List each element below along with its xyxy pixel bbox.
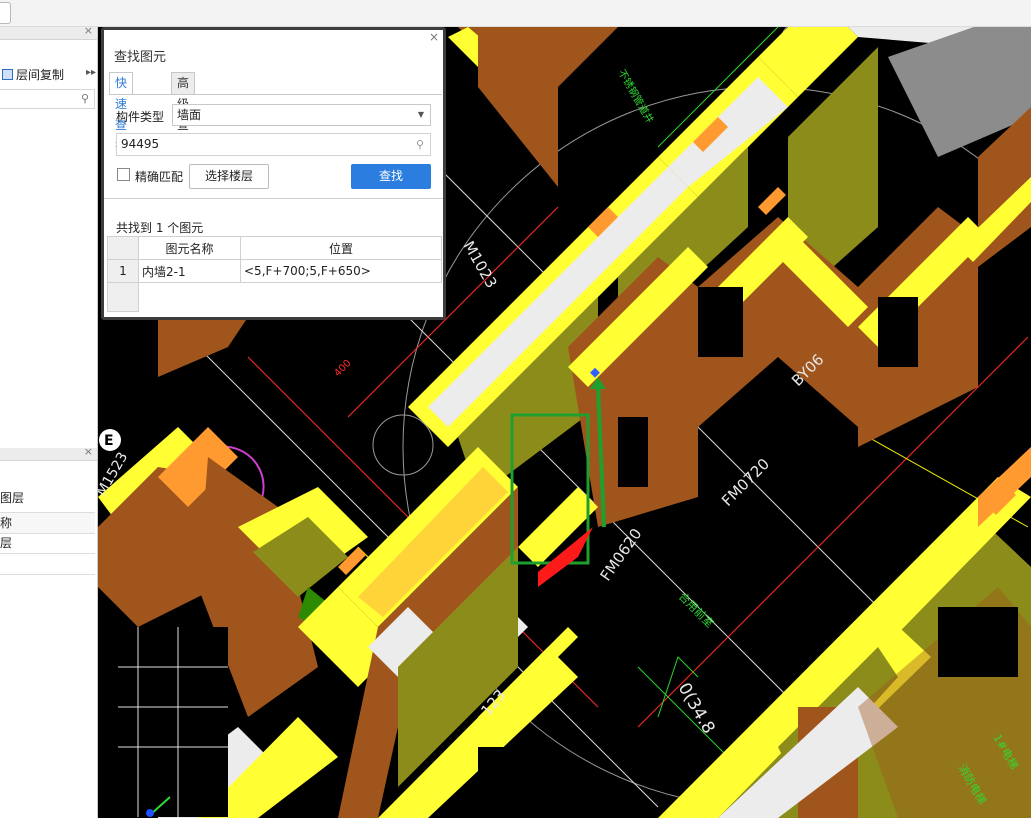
component-type-label: 构件类型 — [116, 110, 165, 124]
copy-icon — [2, 69, 13, 80]
layer-copy-button[interactable]: 层间复制 — [0, 66, 64, 84]
tab-advanced-find[interactable]: 高级查找 — [171, 72, 196, 153]
select-floor-button[interactable]: 选择楼层 — [189, 164, 269, 189]
chevron-down-icon: ▼ — [417, 110, 424, 119]
column-header-name[interactable]: 图元名称 — [138, 236, 241, 260]
dialog-title: 查找图元 — [114, 50, 167, 65]
exact-match-checkbox[interactable] — [117, 168, 130, 181]
search-icon[interactable]: ⚲ — [416, 134, 424, 155]
table-corner — [107, 236, 139, 260]
close-icon[interactable]: × — [429, 30, 439, 44]
component-type-select[interactable]: 墙面 ▼ — [172, 104, 431, 126]
left-panel: × 层间复制 ▸▸ ⚲ × 图层 称 层 — [0, 24, 98, 818]
close-icon[interactable]: × — [84, 24, 93, 37]
close-icon[interactable]: × — [84, 445, 93, 458]
find-button[interactable]: 查找 — [351, 164, 431, 189]
exact-match-label: 精确匹配 — [135, 170, 184, 184]
column-header-position[interactable]: 位置 — [240, 236, 442, 260]
layer-copy-label: 层间复制 — [16, 68, 65, 82]
tab-quick-find[interactable]: 快速查找 — [109, 72, 134, 153]
layer-heading: 图层 — [0, 491, 25, 505]
layer-table-empty-row — [0, 554, 95, 575]
svg-text:E: E — [104, 433, 114, 449]
row-index: 1 — [107, 259, 139, 283]
table-header-row: 图元名称 位置 — [107, 236, 442, 260]
tab-divider — [109, 94, 442, 95]
result-summary: 共找到 1 个图元 — [116, 221, 204, 235]
layer-table-header: 称 — [0, 512, 95, 534]
top-toolbar — [0, 0, 1031, 27]
left-search-input[interactable]: ⚲ — [0, 89, 95, 109]
row-index-empty — [107, 282, 139, 312]
row-element-name[interactable]: 内墙2-1 — [138, 259, 241, 283]
layer-table-row[interactable]: 层 — [0, 533, 95, 554]
component-type-value: 墙面 — [177, 108, 202, 122]
layer-pane-header: × — [0, 445, 97, 461]
more-icon[interactable]: ▸▸ — [86, 67, 96, 78]
table-row[interactable]: 1 内墙2-1 <5,F+700;5,F+650> — [107, 259, 442, 283]
search-input[interactable]: 94495 ⚲ — [116, 133, 431, 156]
search-icon[interactable]: ⚲ — [81, 92, 89, 105]
result-table: 图元名称 位置 1 内墙2-1 <5,F+700;5,F+650> — [107, 236, 442, 312]
left-pane-header: × — [0, 24, 97, 40]
table-empty-row — [107, 282, 442, 312]
find-element-dialog: × 查找图元 快速查找 高级查找 构件类型 墙面 ▼ 94495 ⚲ 精确匹配 … — [101, 27, 446, 320]
row-element-position[interactable]: <5,F+700;5,F+650> — [240, 259, 442, 283]
toolbar-dropdown-edge[interactable] — [0, 2, 11, 24]
dialog-separator — [104, 198, 443, 199]
search-value: 94495 — [121, 137, 160, 151]
